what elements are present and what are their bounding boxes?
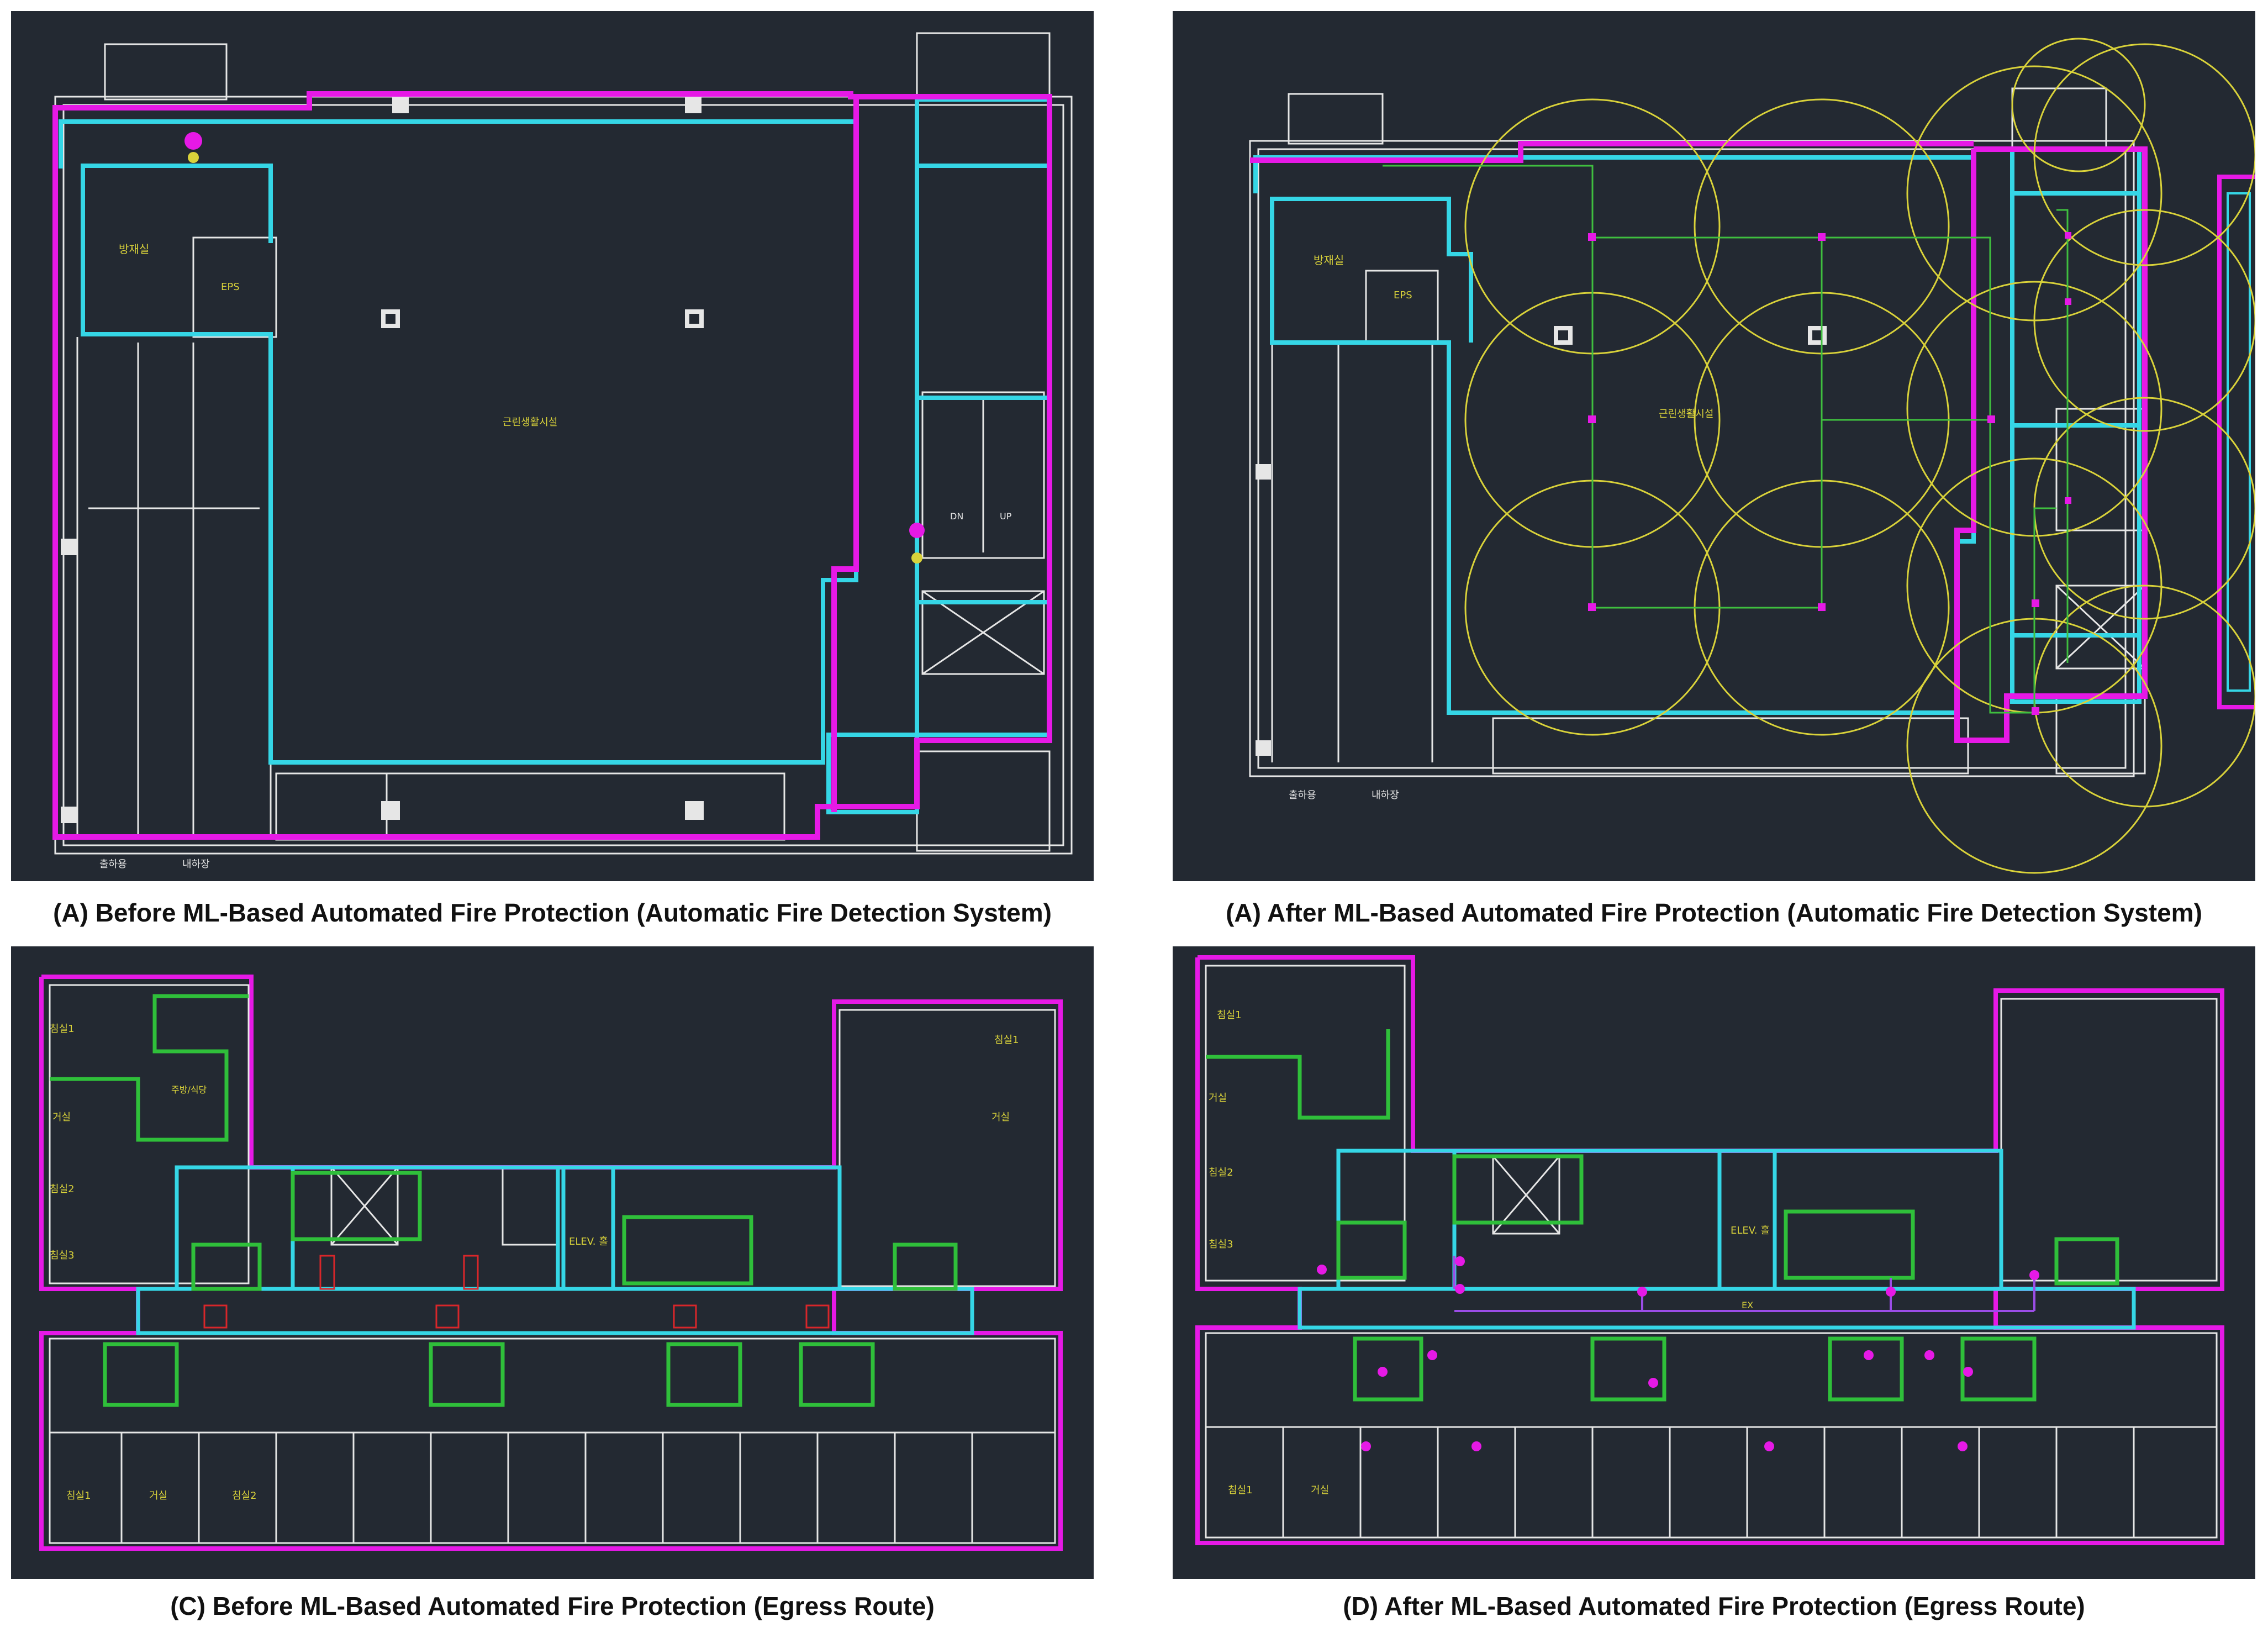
bedroom3-label-c: 침실3 xyxy=(50,1250,75,1261)
eps-label-b: EPS xyxy=(1394,289,1412,301)
bedroom2-label-c: 침실2 xyxy=(50,1183,75,1195)
bedroom1-bottom-label-c: 침실1 xyxy=(66,1490,91,1502)
living-label-d: 거실 xyxy=(1209,1092,1227,1104)
bottom-left-label-a: 출하용 xyxy=(99,859,127,870)
bedroom1-label-d: 침실1 xyxy=(1217,1009,1242,1021)
living-bottom-label-c: 거실 xyxy=(149,1490,167,1502)
panel-c-plan: 침실1 거실 침실2 침실3 주방/식당 ELEV. 홀 침실1 거실 침실1 … xyxy=(11,946,1094,1579)
room-label-b: 방재실 xyxy=(1314,254,1344,267)
elev-label-c: ELEV. 홀 xyxy=(569,1236,608,1247)
bedroom3-label-d: 침실3 xyxy=(1209,1239,1233,1250)
bedroom2-bottom-label-c: 침실2 xyxy=(232,1490,257,1502)
bottom-right-label-b: 내하장 xyxy=(1372,789,1399,801)
bottom-left-label-b: 출하용 xyxy=(1289,789,1316,801)
room-label-a: 방재실 xyxy=(119,243,149,256)
detector-wiring xyxy=(1383,165,2069,714)
panel-a-plan: 방재실 EPS 근린생활시설 DN UP 출하용 내하장 xyxy=(11,11,1094,881)
bedroom2-label-d: 침실2 xyxy=(1209,1167,1233,1178)
stair-up-label: UP xyxy=(1000,511,1012,522)
detector-coverage-circles xyxy=(1464,38,2255,874)
hall-label-a: 근린생활시설 xyxy=(503,417,557,428)
bedroom1-bottom-label-d: 침실1 xyxy=(1228,1484,1253,1496)
floor-plan-d: 침실1 거실 침실2 침실3 ELEV. 홀 EX 침실1 거실 xyxy=(1195,955,2224,1545)
floor-plan-a: 방재실 EPS 근린생활시설 DN UP 출하용 내하장 xyxy=(52,32,1073,870)
caption-d: (D) After ML-Based Automated Fire Protec… xyxy=(1343,1592,2085,1620)
bedroom1-right-label-c: 침실1 xyxy=(994,1034,1019,1046)
panel-b-plan: 방재실 EPS 근린생활시설 출하용 내하장 xyxy=(1173,11,2255,881)
kitchen-label-c: 주방/식당 xyxy=(171,1084,207,1095)
eps-label: EPS xyxy=(221,281,240,293)
living-label-c: 거실 xyxy=(52,1112,71,1123)
floor-plan-b: 방재실 EPS 근린생활시설 출하용 내하장 xyxy=(1249,38,2255,874)
panel-d-plan: 침실1 거실 침실2 침실3 ELEV. 홀 EX 침실1 거실 xyxy=(1173,946,2255,1579)
bottom-right-label-a: 내하장 xyxy=(182,859,210,870)
stair-dn-label: DN xyxy=(950,511,963,522)
floor-plan-c: 침실1 거실 침실2 침실3 주방/식당 ELEV. 홀 침실1 거실 침실1 … xyxy=(39,975,1063,1551)
caption-b: (A) After ML-Based Automated Fire Protec… xyxy=(1226,898,2202,927)
elev-label-d: ELEV. 홀 xyxy=(1731,1225,1770,1236)
bedroom1-label-c: 침실1 xyxy=(50,1023,75,1035)
living-right-label-c: 거실 xyxy=(991,1112,1010,1123)
hall-label-b: 근린생활시설 xyxy=(1659,408,1713,420)
living-bottom-label-d: 거실 xyxy=(1311,1484,1329,1496)
ex-label-d: EX xyxy=(1742,1300,1753,1310)
egress-paths-d xyxy=(1206,1029,2119,1402)
caption-a: (A) Before ML-Based Automated Fire Prote… xyxy=(53,898,1052,927)
egress-markers-d xyxy=(1317,1256,2039,1451)
caption-c: (C) Before ML-Based Automated Fire Prote… xyxy=(170,1592,935,1620)
